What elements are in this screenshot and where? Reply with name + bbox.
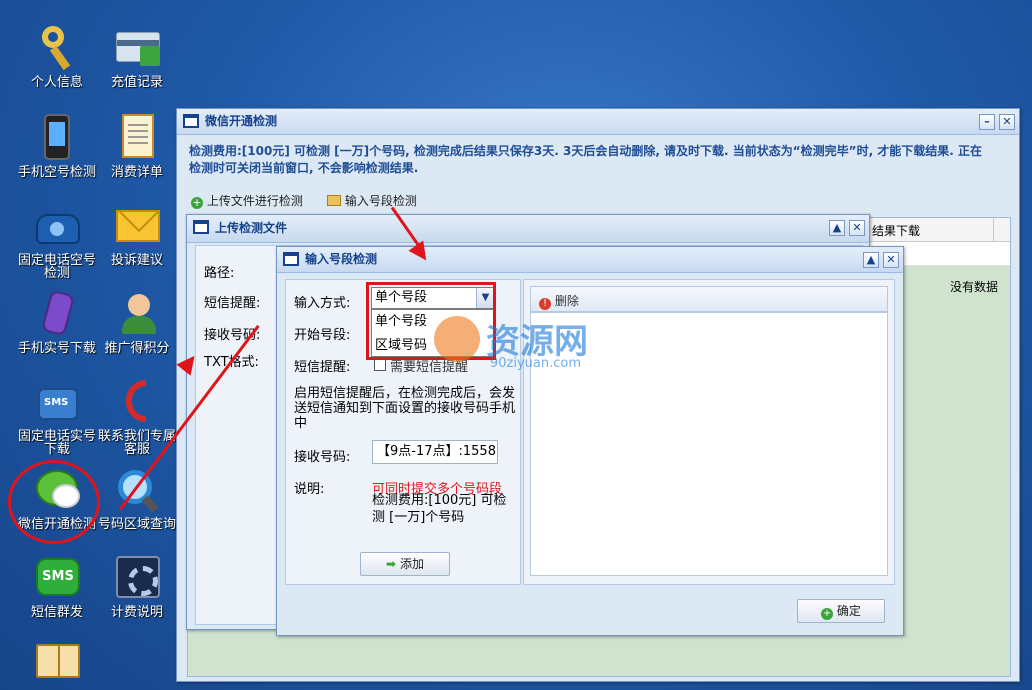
segment-window-title: 输入号段检测 — [305, 252, 378, 266]
desktop-icon-book[interactable] — [16, 636, 98, 690]
input-mode-label: 输入方式: — [294, 296, 351, 311]
add-button[interactable]: ➡ 添加 — [360, 552, 450, 576]
desktop-icon-contact-service[interactable]: 联系我们专属客服 — [96, 376, 178, 456]
desktop-icon-label: 手机实号下载 — [18, 341, 97, 356]
input-segment-button-label: 输入号段检测 — [344, 194, 417, 208]
desktop-icon-area-query[interactable]: 号码区域查询 — [96, 464, 178, 531]
notice-text: 检测费用:[100元] 可检测 [一万]个号码, 检测完成后结果只保存3天. 3… — [189, 144, 983, 175]
window-icon — [283, 252, 299, 266]
arrow-right-icon: ➡ — [386, 557, 397, 571]
desktop-icon-label: 短信群发 — [30, 605, 83, 620]
mobile-phone-icon — [32, 288, 82, 338]
sms-remind-checkbox[interactable] — [374, 359, 386, 371]
telephone-icon — [32, 200, 82, 250]
confirm-button[interactable]: + 确定 — [797, 599, 885, 623]
desktop-icon-label: 号码区域查询 — [98, 517, 177, 532]
close-button[interactable]: ✕ — [883, 252, 899, 268]
credit-card-icon — [112, 22, 162, 72]
desktop-icon-landline-real-download[interactable]: 固定电话实号下载 — [16, 376, 98, 456]
window-icon — [193, 220, 209, 234]
sms-icon: SMS — [32, 552, 82, 602]
grid-empty-text: 没有数据 — [949, 280, 998, 294]
gear-screen-icon — [112, 552, 162, 602]
highlight-circle — [8, 460, 100, 544]
desktop-icon-label: 固定电话空号检测 — [18, 253, 97, 281]
delete-button-label: 删除 — [554, 294, 579, 308]
note-label: 说明: — [294, 482, 325, 497]
desktop-icon-label: 手机空号检测 — [18, 165, 97, 180]
receive-number-label: 接收号码: — [294, 450, 351, 465]
desktop-icon-label: 消费详单 — [110, 165, 163, 180]
desktop-icon-personal-info[interactable]: 个人信息 — [16, 22, 98, 89]
main-window-titlebar[interactable]: 微信开通检测 – ✕ — [177, 109, 1019, 135]
path-label: 路径: — [204, 266, 235, 281]
main-window-title: 微信开通检测 — [205, 114, 278, 128]
smartphone-icon — [32, 112, 82, 162]
desktop-icon-consumption-detail[interactable]: 消费详单 — [96, 112, 178, 179]
book-icon — [32, 636, 82, 686]
desktop-icon-sms-bulk[interactable]: SMS 短信群发 — [16, 552, 98, 619]
confirm-button-label: 确定 — [836, 604, 861, 618]
note-text: 检测费用:[100元] 可检测 [一万]个号码 — [372, 493, 507, 525]
grid-header-download: 结果下载 — [872, 224, 921, 238]
desktop-icon-label: 推广得积分 — [104, 341, 170, 356]
confirm-icon: + — [821, 608, 834, 620]
desktop-icon-landline-empty-check[interactable]: 固定电话空号检测 — [16, 200, 98, 280]
minimize-button[interactable]: – — [979, 114, 995, 130]
sms-phone-icon — [32, 376, 82, 426]
folder-edit-icon — [327, 195, 341, 206]
document-list-icon — [112, 112, 162, 162]
red-phone-icon — [112, 376, 162, 426]
segment-list-toolbar: ! 删除 — [530, 286, 888, 312]
sms-remind-label: 短信提醒: — [294, 360, 351, 375]
grid-divider — [993, 218, 994, 242]
receive-number-field[interactable]: 【9点-17点】:1558 — [372, 440, 498, 464]
upload-button[interactable]: + 上传文件进行检测 — [191, 192, 303, 209]
receive-number-value: 【9点-17点】:1558 — [377, 444, 496, 459]
envelope-icon — [112, 200, 162, 250]
start-segment-label: 开始号段: — [294, 328, 351, 343]
sms-remind-description: 启用短信提醒后，在检测完成后，会发送短信通知到下面设置的接收号码手机中 — [294, 386, 516, 431]
toolbar: + 上传文件进行检测 输入号段检测 — [185, 189, 1011, 215]
key-icon — [32, 22, 82, 72]
add-circle-icon: + — [191, 196, 203, 209]
watermark-url: 90ziyuan.com — [490, 356, 582, 371]
desktop-icon-label: 计费说明 — [110, 605, 163, 620]
window-icon — [183, 114, 199, 128]
desktop-icon-complaint[interactable]: 投诉建议 — [96, 200, 178, 267]
close-button[interactable]: ✕ — [849, 220, 865, 236]
desktop-icon-label: 个人信息 — [30, 75, 83, 90]
desktop-icon-billing-info[interactable]: 计费说明 — [96, 552, 178, 619]
person-icon — [112, 288, 162, 338]
desktop-icon-recharge-record[interactable]: 充值记录 — [96, 22, 178, 89]
add-button-label: 添加 — [399, 557, 424, 571]
segment-window-titlebar[interactable]: 输入号段检测 ▲ ✕ — [277, 247, 903, 273]
upload-window-titlebar[interactable]: 上传检测文件 ▲ ✕ — [187, 215, 869, 243]
upload-button-label: 上传文件进行检测 — [206, 194, 303, 208]
upload-window-title: 上传检测文件 — [215, 221, 288, 235]
watermark-logo-icon — [434, 316, 480, 362]
desktop-icon-label: 联系我们专属客服 — [98, 429, 177, 457]
delete-button[interactable]: ! 删除 — [539, 292, 579, 310]
desktop-icon-label: 投诉建议 — [110, 253, 163, 268]
collapse-button[interactable]: ▲ — [829, 220, 845, 236]
close-button[interactable]: ✕ — [999, 114, 1015, 130]
desktop-icon-promotion-points[interactable]: 推广得积分 — [96, 288, 178, 355]
delete-icon: ! — [539, 298, 551, 310]
desktop-icon-mobile-real-download[interactable]: 手机实号下载 — [16, 288, 98, 355]
desktop-icon-label: 充值记录 — [110, 75, 163, 90]
sms-remind-label: 短信提醒: — [204, 296, 261, 311]
desktop-icon-mobile-empty-check[interactable]: 手机空号检测 — [16, 112, 98, 179]
collapse-button[interactable]: ▲ — [863, 252, 879, 268]
desktop-icon-label: 固定电话实号下载 — [18, 429, 97, 457]
input-segment-button[interactable]: 输入号段检测 — [327, 192, 417, 209]
